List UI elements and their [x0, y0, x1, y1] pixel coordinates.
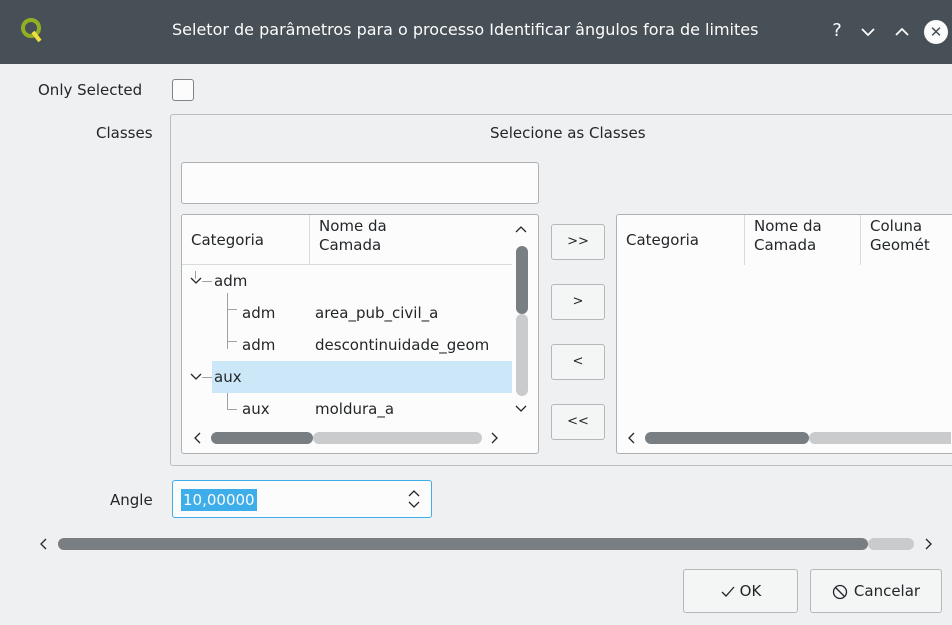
header-categoria[interactable]: Categoria: [617, 215, 745, 265]
header-categoria[interactable]: Categoria: [182, 215, 310, 265]
tree-header: Categoria Nome da Camada: [182, 215, 512, 265]
tree-row-moldura-a[interactable]: aux moldura_a: [182, 393, 512, 425]
horizontal-scrollbar-track[interactable]: [313, 432, 482, 444]
scroll-left-arrow-icon[interactable]: [626, 431, 636, 445]
vertical-scrollbar-thumb[interactable]: [516, 246, 528, 314]
tree-header: Categoria Nome da Camada Coluna Geomét: [617, 215, 952, 265]
horizontal-scrollbar-thumb[interactable]: [211, 432, 313, 444]
header-nome-camada[interactable]: Nome da Camada: [745, 215, 861, 265]
horizontal-scrollbar-track[interactable]: [809, 432, 951, 444]
angle-value[interactable]: 10,00000: [181, 489, 257, 511]
classes-label: Classes: [96, 124, 153, 142]
available-classes-tree[interactable]: Categoria Nome da Camada adm adm area_pu…: [181, 214, 539, 454]
tree-row-adm[interactable]: adm: [182, 265, 512, 297]
maximize-button[interactable]: [892, 22, 912, 42]
header-coluna-geometria[interactable]: Coluna Geomét: [861, 215, 952, 265]
expand-chevron-icon[interactable]: [190, 372, 202, 382]
scroll-right-arrow-icon[interactable]: [490, 431, 500, 445]
angle-spinbox[interactable]: 10,00000: [172, 480, 432, 518]
tree-row-aux[interactable]: aux: [182, 361, 512, 393]
dialog-horizontal-scrollbar-thumb[interactable]: [58, 538, 868, 550]
title-bar: Seletor de parâmetros para o processo Id…: [0, 0, 952, 64]
scroll-left-arrow-icon[interactable]: [192, 431, 202, 445]
scroll-down-arrow-icon[interactable]: [514, 404, 528, 414]
horizontal-scrollbar-thumb[interactable]: [645, 432, 809, 444]
only-selected-label: Only Selected: [38, 81, 143, 99]
vertical-scrollbar-track[interactable]: [516, 314, 528, 396]
tree-row-descontinuidade-geom[interactable]: adm descontinuidade_geom: [182, 329, 512, 361]
cancel-icon: [832, 584, 848, 599]
close-button[interactable]: ✕: [924, 20, 948, 44]
scroll-left-arrow-icon[interactable]: [38, 537, 48, 551]
ok-button[interactable]: OK: [683, 569, 798, 613]
class-filter-input[interactable]: [181, 162, 539, 204]
only-selected-checkbox[interactable]: [172, 79, 194, 101]
spin-updown-icon[interactable]: [407, 485, 421, 513]
window-title: Seletor de parâmetros para o processo Id…: [172, 20, 759, 39]
remove-all-button[interactable]: <<: [551, 404, 605, 440]
header-nome-camada[interactable]: Nome da Camada: [310, 215, 512, 265]
minimize-button[interactable]: [858, 22, 878, 42]
remove-button[interactable]: <: [551, 344, 605, 380]
add-button[interactable]: >: [551, 284, 605, 320]
selected-classes-tree[interactable]: Categoria Nome da Camada Coluna Geomét: [616, 214, 952, 454]
angle-label: Angle: [110, 491, 153, 509]
scroll-up-arrow-icon[interactable]: [514, 224, 528, 234]
qgis-logo-icon: [21, 18, 42, 43]
add-all-button[interactable]: >>: [551, 224, 605, 260]
classes-group-title: Selecione as Classes: [490, 124, 646, 142]
check-icon: [721, 586, 735, 597]
tree-row-area-pub-civil-a[interactable]: adm area_pub_civil_a: [182, 297, 512, 329]
scroll-right-arrow-icon[interactable]: [924, 537, 934, 551]
help-button[interactable]: ?: [824, 18, 850, 44]
dialog-horizontal-scrollbar-track[interactable]: [868, 538, 914, 550]
cancel-button[interactable]: Cancelar: [810, 569, 942, 613]
expand-chevron-icon[interactable]: [190, 276, 202, 286]
